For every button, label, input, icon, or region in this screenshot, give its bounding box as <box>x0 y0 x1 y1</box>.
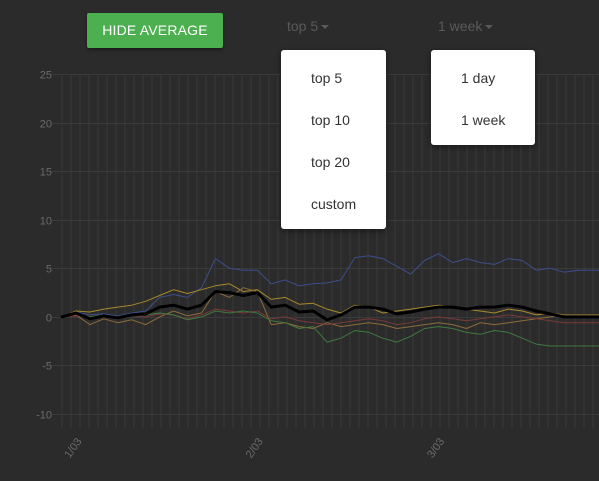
y-tick-label: 20 <box>40 119 52 131</box>
top-count-dropdown[interactable]: top 5 <box>287 17 330 35</box>
top-count-menu: top 5 top 10 top 20 custom <box>281 50 386 229</box>
x-tick-label: 1/03 <box>62 436 84 460</box>
menu-item-custom[interactable]: custom <box>281 183 386 225</box>
y-tick-label: 15 <box>40 167 52 179</box>
menu-item-top-5[interactable]: top 5 <box>281 57 386 99</box>
menu-item-1-week[interactable]: 1 week <box>431 99 535 141</box>
menu-item-top-20[interactable]: top 20 <box>281 141 386 183</box>
caret-down-icon <box>321 25 330 30</box>
hide-average-button[interactable]: HIDE AVERAGE <box>87 13 223 48</box>
x-tick-label: 3/03 <box>425 436 447 460</box>
period-menu: 1 day 1 week <box>431 50 535 145</box>
period-selected-label: 1 week <box>438 18 483 34</box>
top-count-selected-label: top 5 <box>287 18 319 34</box>
menu-item-top-10[interactable]: top 10 <box>281 99 386 141</box>
y-tick-label: 0 <box>46 313 52 325</box>
menu-item-1-day[interactable]: 1 day <box>431 57 535 99</box>
y-tick-label: 10 <box>40 216 52 228</box>
y-tick-label: 5 <box>46 264 52 276</box>
chart-app: 25 20 15 10 5 0 -5 -10 1/03 2/03 3/03 HIDE AVERAG… <box>0 0 599 481</box>
y-tick-label: -10 <box>36 410 52 422</box>
period-dropdown[interactable]: 1 week <box>438 17 494 35</box>
y-axis: 25 20 15 10 5 0 -5 -10 <box>36 70 52 422</box>
caret-down-icon <box>485 25 494 30</box>
y-tick-label: 25 <box>40 70 52 82</box>
y-tick-label: -5 <box>42 361 52 373</box>
x-tick-label: 2/03 <box>244 436 266 460</box>
x-axis: 1/03 2/03 3/03 <box>62 436 447 460</box>
